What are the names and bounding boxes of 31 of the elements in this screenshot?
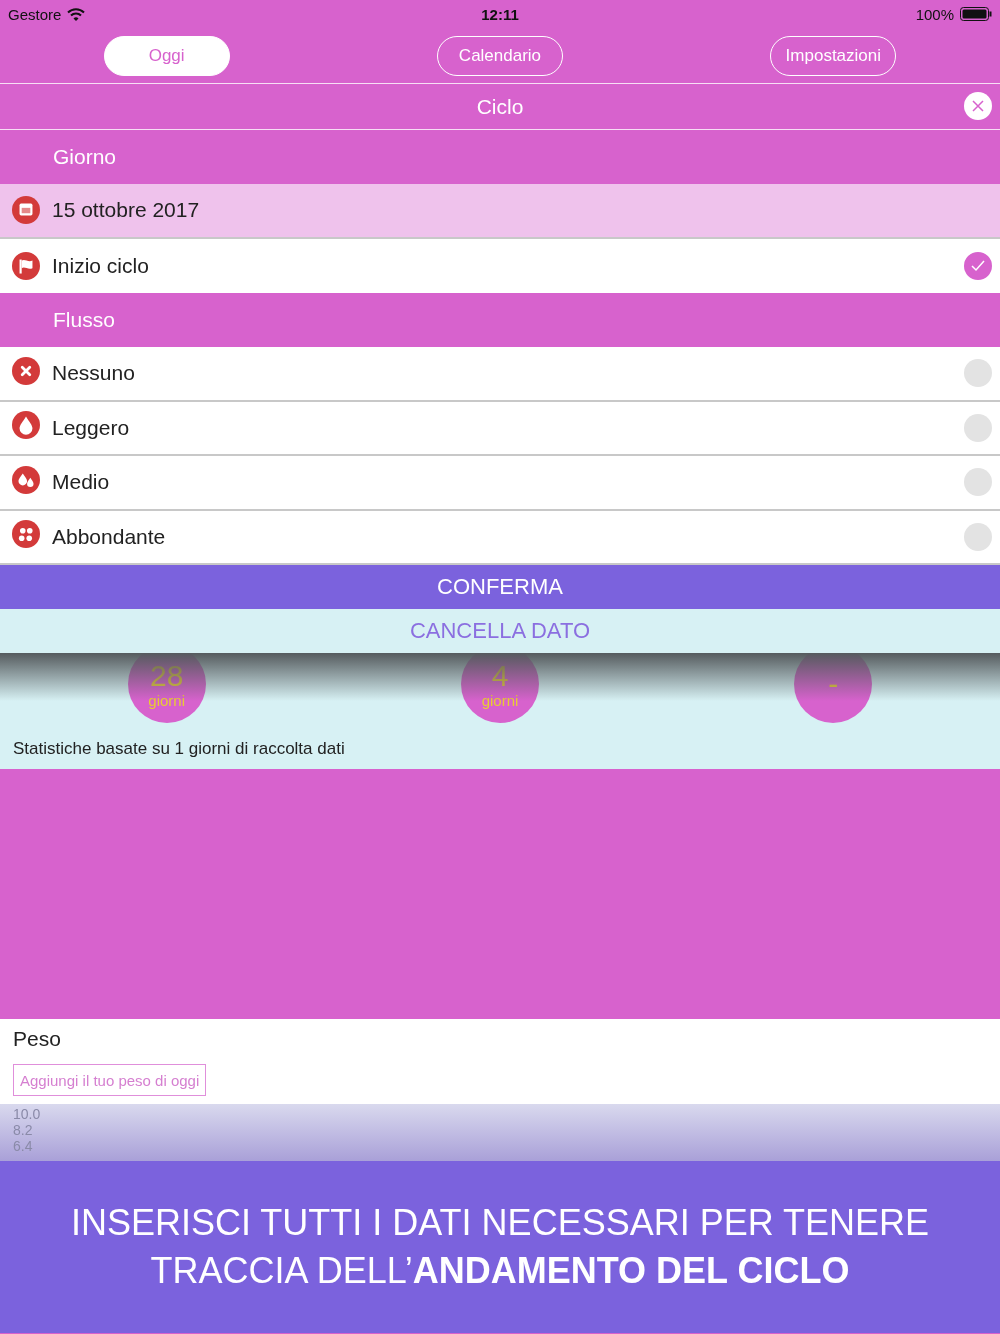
cross-icon — [12, 356, 40, 385]
axis-label: 8.2 — [13, 1122, 34, 1138]
stat-unit: giorni — [148, 691, 185, 709]
clock: 12:11 — [481, 5, 519, 23]
stats-note: Statistiche basate su 1 giorni di raccolta dati — [13, 739, 345, 759]
close-icon[interactable] — [964, 92, 992, 120]
radio-button[interactable] — [964, 359, 992, 388]
section-title: Giorno — [53, 145, 117, 169]
battery-icon — [960, 7, 992, 21]
carrier-name: Gestore — [8, 5, 62, 23]
weight-title: Peso — [13, 1027, 62, 1051]
radio-button[interactable] — [964, 522, 992, 551]
two-drops-icon — [12, 465, 40, 494]
section-title: Flusso — [53, 308, 115, 332]
banner-text: INSERISCI TUTTI I DATI NECESSARI PER TENERE TRACCIA DELL’ANDAMENTO DEL CICLO — [69, 1201, 931, 1293]
calendar-icon — [12, 196, 40, 225]
axis-label: 10.0 — [13, 1106, 42, 1122]
wifi-icon — [67, 7, 86, 21]
radio-button[interactable] — [964, 413, 992, 442]
drop-icon — [12, 411, 40, 440]
stat-value: 28 — [149, 659, 184, 692]
stat-value: - — [828, 668, 839, 700]
confirm-button[interactable]: CONFERMA — [0, 565, 1000, 609]
radio-button[interactable] — [964, 468, 992, 497]
checkbox[interactable] — [964, 251, 992, 280]
screen-title: Ciclo — [476, 94, 524, 119]
stat-unit: giorni — [481, 691, 519, 709]
battery-percent: 100% — [915, 5, 954, 23]
flag-icon — [12, 251, 40, 280]
stat-value: 4 — [491, 659, 509, 692]
drops-icon — [12, 520, 40, 549]
